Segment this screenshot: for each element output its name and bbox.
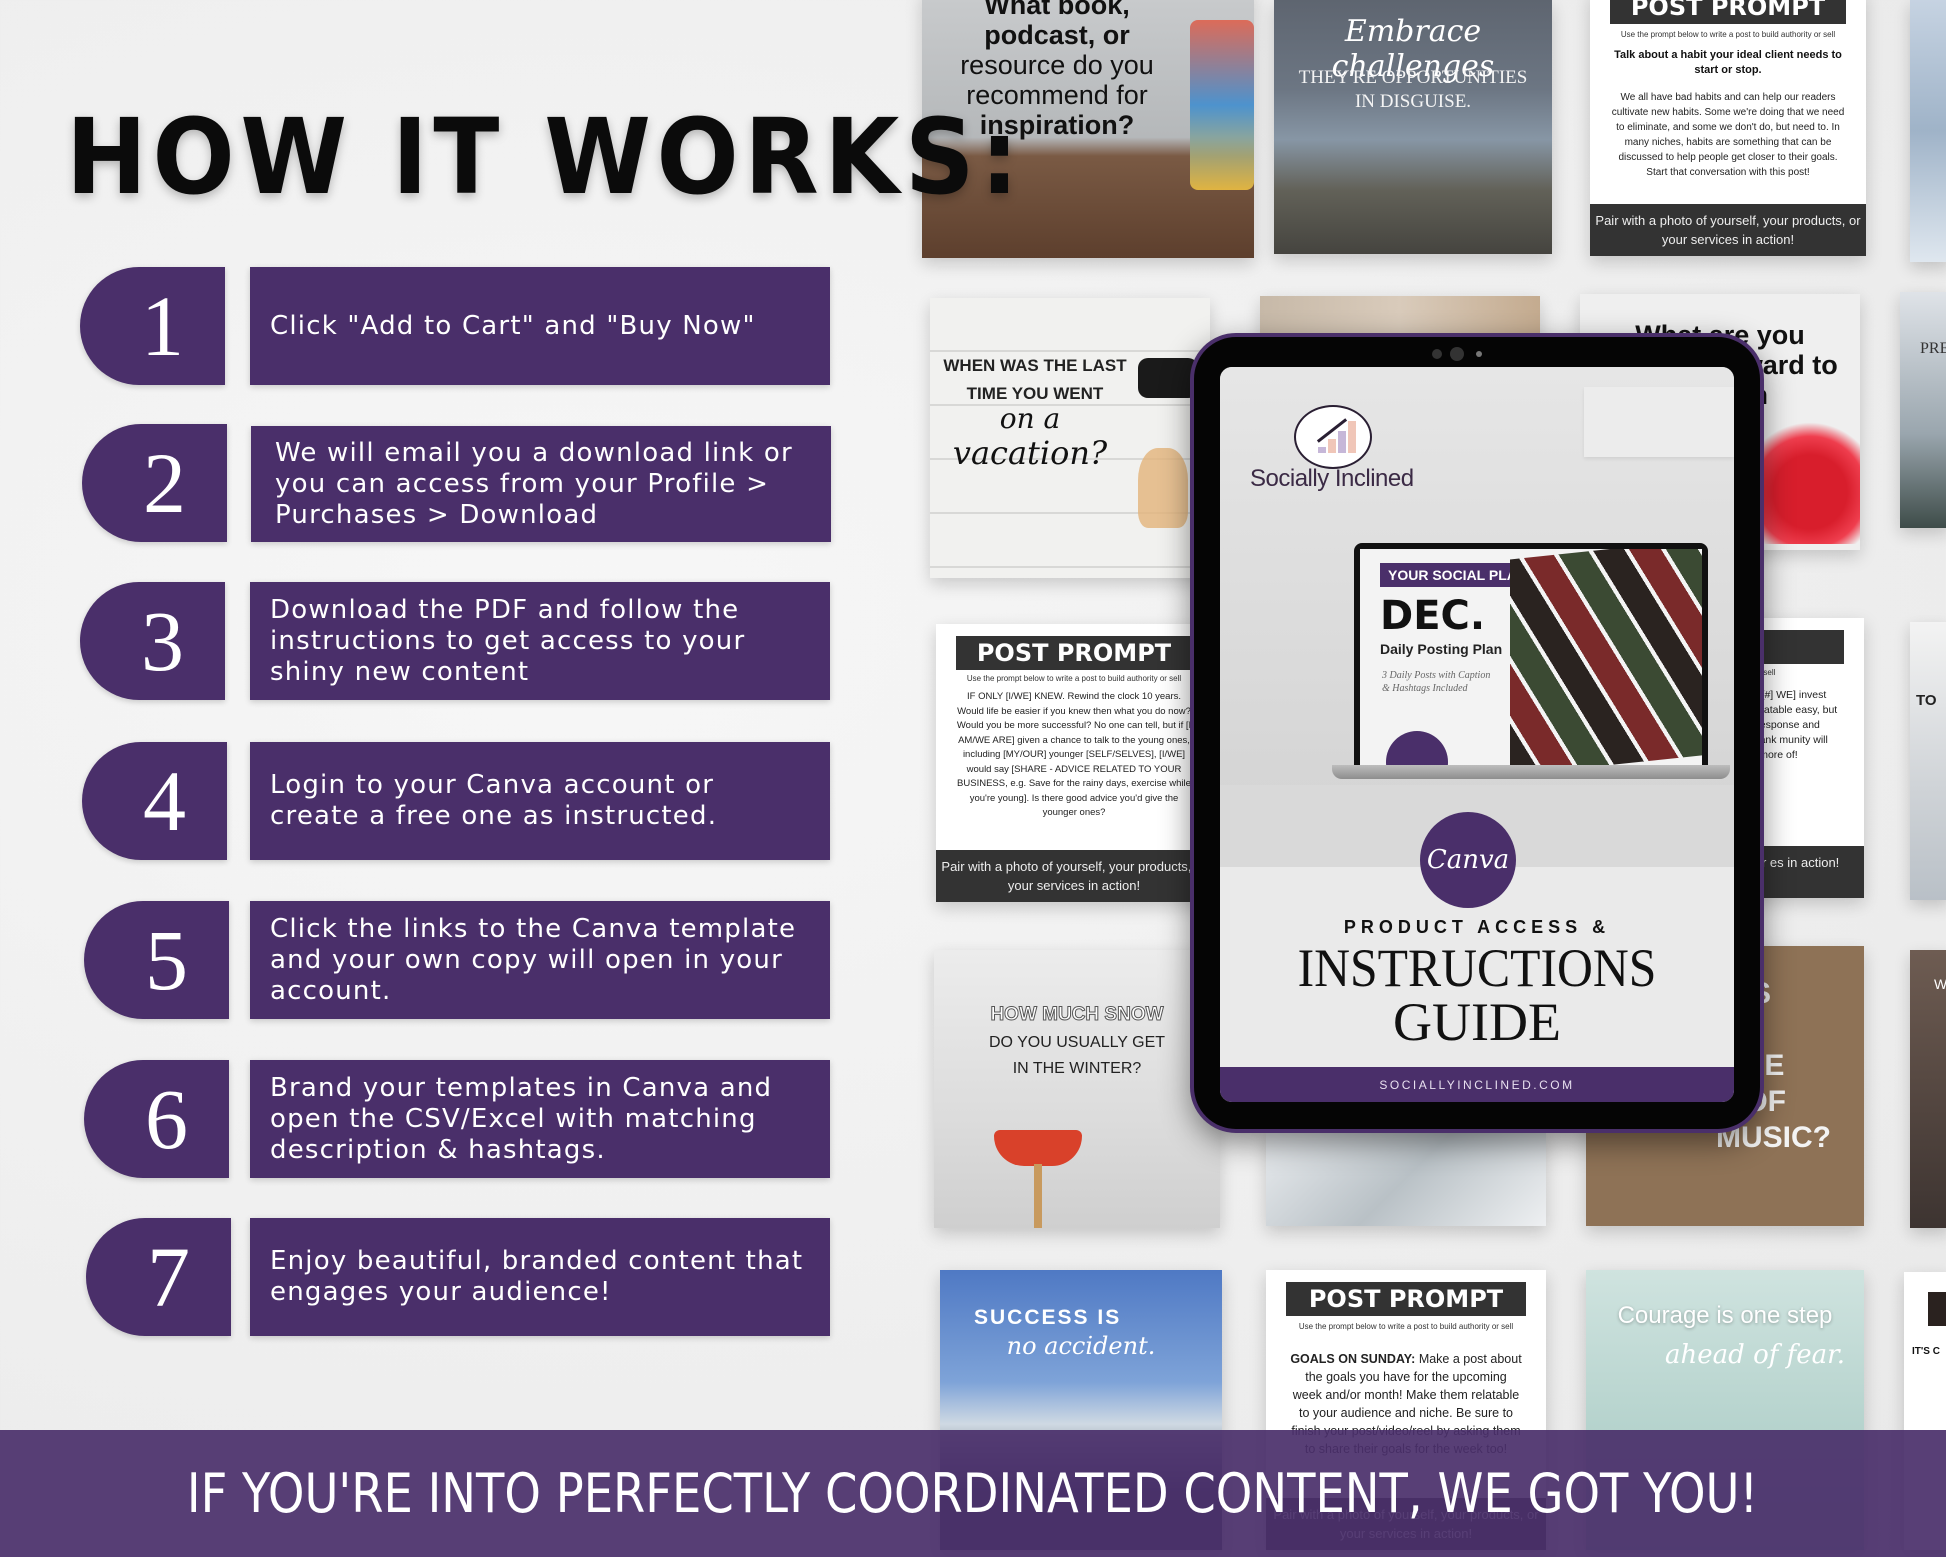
logo-speech-bubble-icon [1294, 405, 1372, 469]
starfish-image [1138, 448, 1188, 528]
prompt-body: We all have bad habits and can help our … [1611, 92, 1845, 178]
prompt-lead: Talk about a habit your ideal client nee… [1614, 49, 1842, 76]
tile-text: resource do you [960, 50, 1154, 80]
prompt-sub: Use the prompt below to write a post to … [966, 674, 1182, 683]
prompt-header: POST PROMPT [956, 636, 1192, 670]
step-number-badge: 4 [82, 742, 227, 860]
tile-text: podcast, or [984, 20, 1130, 50]
banner-text: IF YOU'RE INTO PERFECTLY COORDINATED CON… [187, 1462, 1759, 1525]
step-number-badge: 5 [84, 901, 229, 1019]
sunglasses-image [1138, 358, 1198, 398]
step-2: 2 We will email you a download link or y… [0, 424, 860, 544]
tile-script-text: on a [999, 402, 1061, 435]
canva-logo-text: Canva [1426, 845, 1510, 875]
plan-note: 3 Daily Posts with Caption & Hashtags In… [1382, 670, 1491, 694]
cover-title-line2: GUIDE [1393, 992, 1561, 1052]
tile-text: HOW MUCH SNOW [990, 1004, 1164, 1026]
prompt-header: POST PROMPT [1610, 0, 1846, 24]
tile-vacation: WHEN WAS THE LAST TIME YOU WENT on a vac… [930, 298, 1210, 578]
tile-caption: THEY'RE OPPORTUNITIES IN DISGUISE. [1298, 67, 1528, 112]
bottom-banner: IF YOU'RE INTO PERFECTLY COORDINATED CON… [0, 1430, 1946, 1557]
camera-lens [1450, 347, 1464, 361]
tile-script-text: no accident. [1006, 1332, 1156, 1360]
laptop-mockup: YOUR SOCIAL PLAN DEC. Daily Posting Plan… [1354, 543, 1708, 765]
tile-text: PRE [1920, 340, 1946, 357]
step-number-badge: 3 [80, 582, 225, 700]
guide-cover: Socially Inclined YOUR SOCIAL PLAN DEC. … [1220, 367, 1734, 1102]
tile-text: WHEN WAS THE LAST [943, 356, 1127, 375]
plan-subtitle: Daily Posting Plan [1380, 641, 1503, 657]
tile-text: TIME YOU WENT [966, 384, 1104, 403]
prompt-footer: Pair with a photo of yourself, your prod… [936, 850, 1212, 902]
tile-edge-mountain: PRE [1900, 292, 1946, 528]
bar-4 [1348, 421, 1356, 453]
shovel-image [994, 1130, 1082, 1166]
step-text: Login to your Canva account or create a … [250, 742, 830, 860]
tile-text: What book, [984, 0, 1130, 20]
tile-edge-knit: W [1910, 950, 1946, 1228]
tile-snowy-hand [1266, 1130, 1546, 1226]
step-1: 1 Click "Add to Cart" and "Buy Now" [0, 267, 860, 387]
tile-text: Courage is one step [1617, 1302, 1833, 1329]
website-url: SOCIALLYINCLINED.COM [1379, 1077, 1575, 1092]
tile-text: TO [1916, 692, 1937, 709]
tile-script-text: ahead of fear. [1665, 1340, 1845, 1370]
step-text: Brand your templates in Canva and open t… [250, 1060, 830, 1178]
plan-month: DEC. [1380, 593, 1486, 639]
canva-logo-circle: Canva [1420, 812, 1516, 908]
step-text: Click the links to the Canva template an… [250, 901, 830, 1019]
tile-script-text: vacation? [952, 434, 1108, 472]
step-text: We will email you a download link or you… [251, 426, 831, 542]
tablet-mockup: Socially Inclined YOUR SOCIAL PLAN DEC. … [1190, 333, 1764, 1133]
laptop-screen: YOUR SOCIAL PLAN DEC. Daily Posting Plan… [1360, 549, 1702, 765]
tile-text: SUCCESS IS [974, 1306, 1122, 1329]
plan-thumbnails [1510, 549, 1702, 765]
tile-post-prompt-ifonly: POST PROMPT Use the prompt below to writ… [936, 624, 1212, 902]
step-number-badge: 1 [80, 267, 225, 385]
camera-dot [1432, 349, 1442, 359]
prompt-body: IF ONLY [I/WE] KNEW. Rewind the clock 10… [956, 691, 1192, 818]
step-3: 3 Download the PDF and follow the instru… [0, 582, 860, 702]
cover-title-line1: INSTRUCTIONS [1297, 938, 1657, 998]
prompt-header: POST PROMPT [1286, 1282, 1526, 1316]
cover-kicker: PRODUCT ACCESS & [1343, 917, 1611, 937]
bar-1 [1318, 447, 1326, 453]
roses-image [1760, 414, 1860, 544]
prompt-lead: GOALS ON SUNDAY: [1290, 1352, 1416, 1366]
step-7: 7 Enjoy beautiful, branded content that … [0, 1218, 860, 1338]
prompt-header-edge [1928, 1292, 1946, 1326]
canva-badge-small [1386, 731, 1448, 765]
tile-text: DO YOU USUALLY GET [988, 1034, 1166, 1051]
tile-post-prompt-habit: POST PROMPT Use the prompt below to writ… [1590, 0, 1866, 256]
tile-edge-snow [1910, 0, 1946, 262]
tile-text: IT'S C [1912, 1346, 1940, 1357]
tile-edge-winter: TO [1910, 622, 1946, 900]
step-number-badge: 2 [82, 424, 227, 542]
step-number-badge: 7 [86, 1218, 231, 1336]
wall-frame [1584, 387, 1734, 457]
laptop-base [1332, 765, 1730, 779]
tile-text: W [1934, 976, 1946, 992]
sensor-dot [1476, 351, 1482, 357]
tile-snow-question: HOW MUCH SNOW DO YOU USUALLY GET IN THE … [934, 950, 1220, 1228]
page-title: HOW IT WORKS: [66, 96, 1025, 218]
cover-footer-bar: SOCIALLYINCLINED.COM [1220, 1067, 1734, 1102]
tile-text: IN THE WINTER? [1012, 1060, 1142, 1077]
step-text: Click "Add to Cart" and "Buy Now" [250, 267, 830, 385]
jar-image [1190, 20, 1254, 190]
step-number-badge: 6 [84, 1060, 229, 1178]
bar-3 [1338, 431, 1346, 453]
step-5: 5 Click the links to the Canva template … [0, 901, 860, 1021]
step-text: Enjoy beautiful, branded content that en… [250, 1218, 830, 1336]
logo-text: Socially Inclined [1250, 465, 1414, 492]
step-6: 6 Brand your templates in Canva and open… [0, 1060, 860, 1180]
shovel-handle [1034, 1164, 1042, 1228]
step-text: Download the PDF and follow the instruct… [250, 582, 830, 700]
prompt-footer: Pair with a photo of yourself, your prod… [1590, 204, 1866, 256]
bar-2 [1328, 439, 1336, 453]
prompt-sub: Use the prompt below to write a post to … [1620, 30, 1836, 39]
prompt-sub: Use the prompt below to write a post to … [1298, 1322, 1514, 1331]
tile-embrace-challenges: Embrace challenges THEY'RE OPPORTUNITIES… [1274, 0, 1552, 254]
step-4: 4 Login to your Canva account or create … [0, 742, 860, 862]
